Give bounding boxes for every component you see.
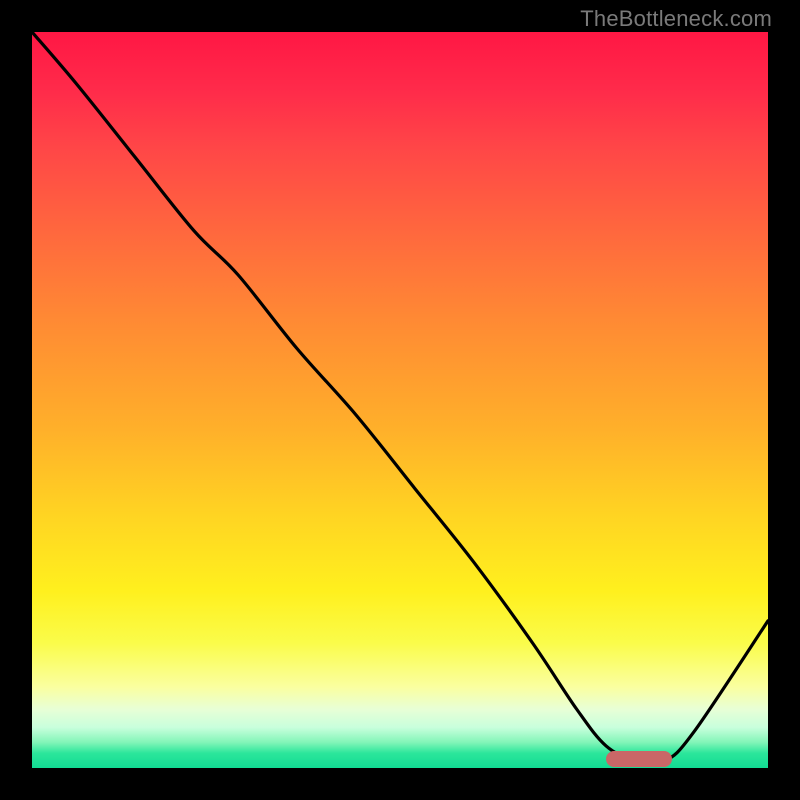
plot-area bbox=[32, 32, 768, 768]
attribution-text: TheBottleneck.com bbox=[580, 6, 772, 32]
chart-frame: TheBottleneck.com bbox=[0, 0, 800, 800]
bottleneck-curve bbox=[32, 32, 768, 768]
optimal-range-marker bbox=[606, 751, 672, 767]
